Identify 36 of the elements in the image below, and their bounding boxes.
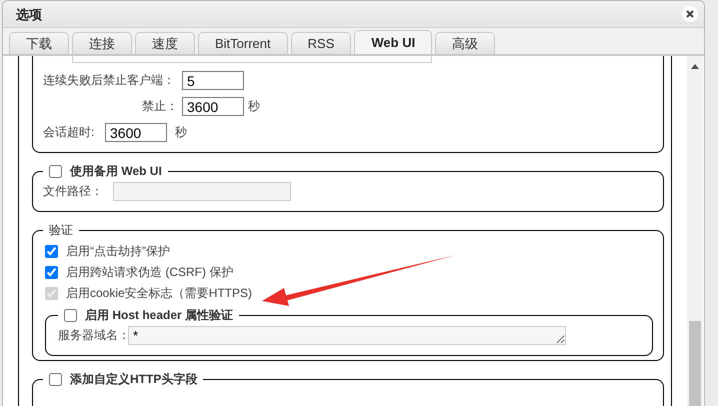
text-area[interactable]: * bbox=[128, 326, 566, 345]
group-title: 启用 Host header 属性验证 bbox=[85, 308, 234, 322]
tab[interactable]: Web UI bbox=[354, 30, 432, 54]
checkbox-label: 启用跨站请求伪造 (CSRF) 保护 bbox=[66, 265, 234, 280]
scrollbar[interactable] bbox=[687, 56, 703, 406]
checkbox-label: 启用“点击劫持”保护 bbox=[66, 244, 170, 259]
field-label: 禁止： bbox=[141, 99, 178, 114]
checkbox[interactable] bbox=[45, 245, 58, 258]
checkbox[interactable] bbox=[49, 372, 62, 386]
field-label: 连续失败后禁止客户端： bbox=[43, 73, 176, 88]
checkbox[interactable] bbox=[64, 308, 77, 322]
unit-label: 秒 bbox=[175, 125, 187, 140]
tab[interactable]: 高级 bbox=[435, 32, 496, 54]
input-field[interactable]: 3600 bbox=[182, 97, 244, 116]
group-title: 验证 bbox=[49, 222, 73, 238]
scroll-up-icon[interactable] bbox=[691, 64, 699, 69]
tab[interactable]: 连接 bbox=[72, 32, 132, 54]
tab[interactable]: 下载 bbox=[9, 32, 69, 54]
field-label: 文件路径： bbox=[43, 184, 104, 199]
close-button[interactable] bbox=[682, 6, 698, 22]
field-label: 服务器域名： bbox=[58, 328, 124, 343]
group-title: 使用备用 Web UI bbox=[70, 164, 162, 178]
checkbox-label: 启用cookie安全标志（需要HTTPS) bbox=[66, 286, 252, 301]
field-label: 会话超时: bbox=[43, 125, 96, 140]
checkbox[interactable] bbox=[49, 164, 62, 178]
dialog-title: 选项 bbox=[16, 6, 42, 22]
close-icon bbox=[686, 10, 694, 18]
tab[interactable]: RSS bbox=[290, 32, 352, 54]
tab[interactable]: 速度 bbox=[135, 32, 195, 54]
tab[interactable]: BitTorrent bbox=[198, 32, 288, 54]
group-title: 添加自定义HTTP头字段 bbox=[70, 372, 198, 386]
input-field[interactable]: 5 bbox=[182, 71, 244, 90]
input-field[interactable]: 3600 bbox=[105, 123, 167, 142]
scrollbar-thumb[interactable] bbox=[689, 321, 701, 406]
checkbox[interactable] bbox=[45, 266, 58, 279]
unit-label: 秒 bbox=[248, 99, 260, 114]
